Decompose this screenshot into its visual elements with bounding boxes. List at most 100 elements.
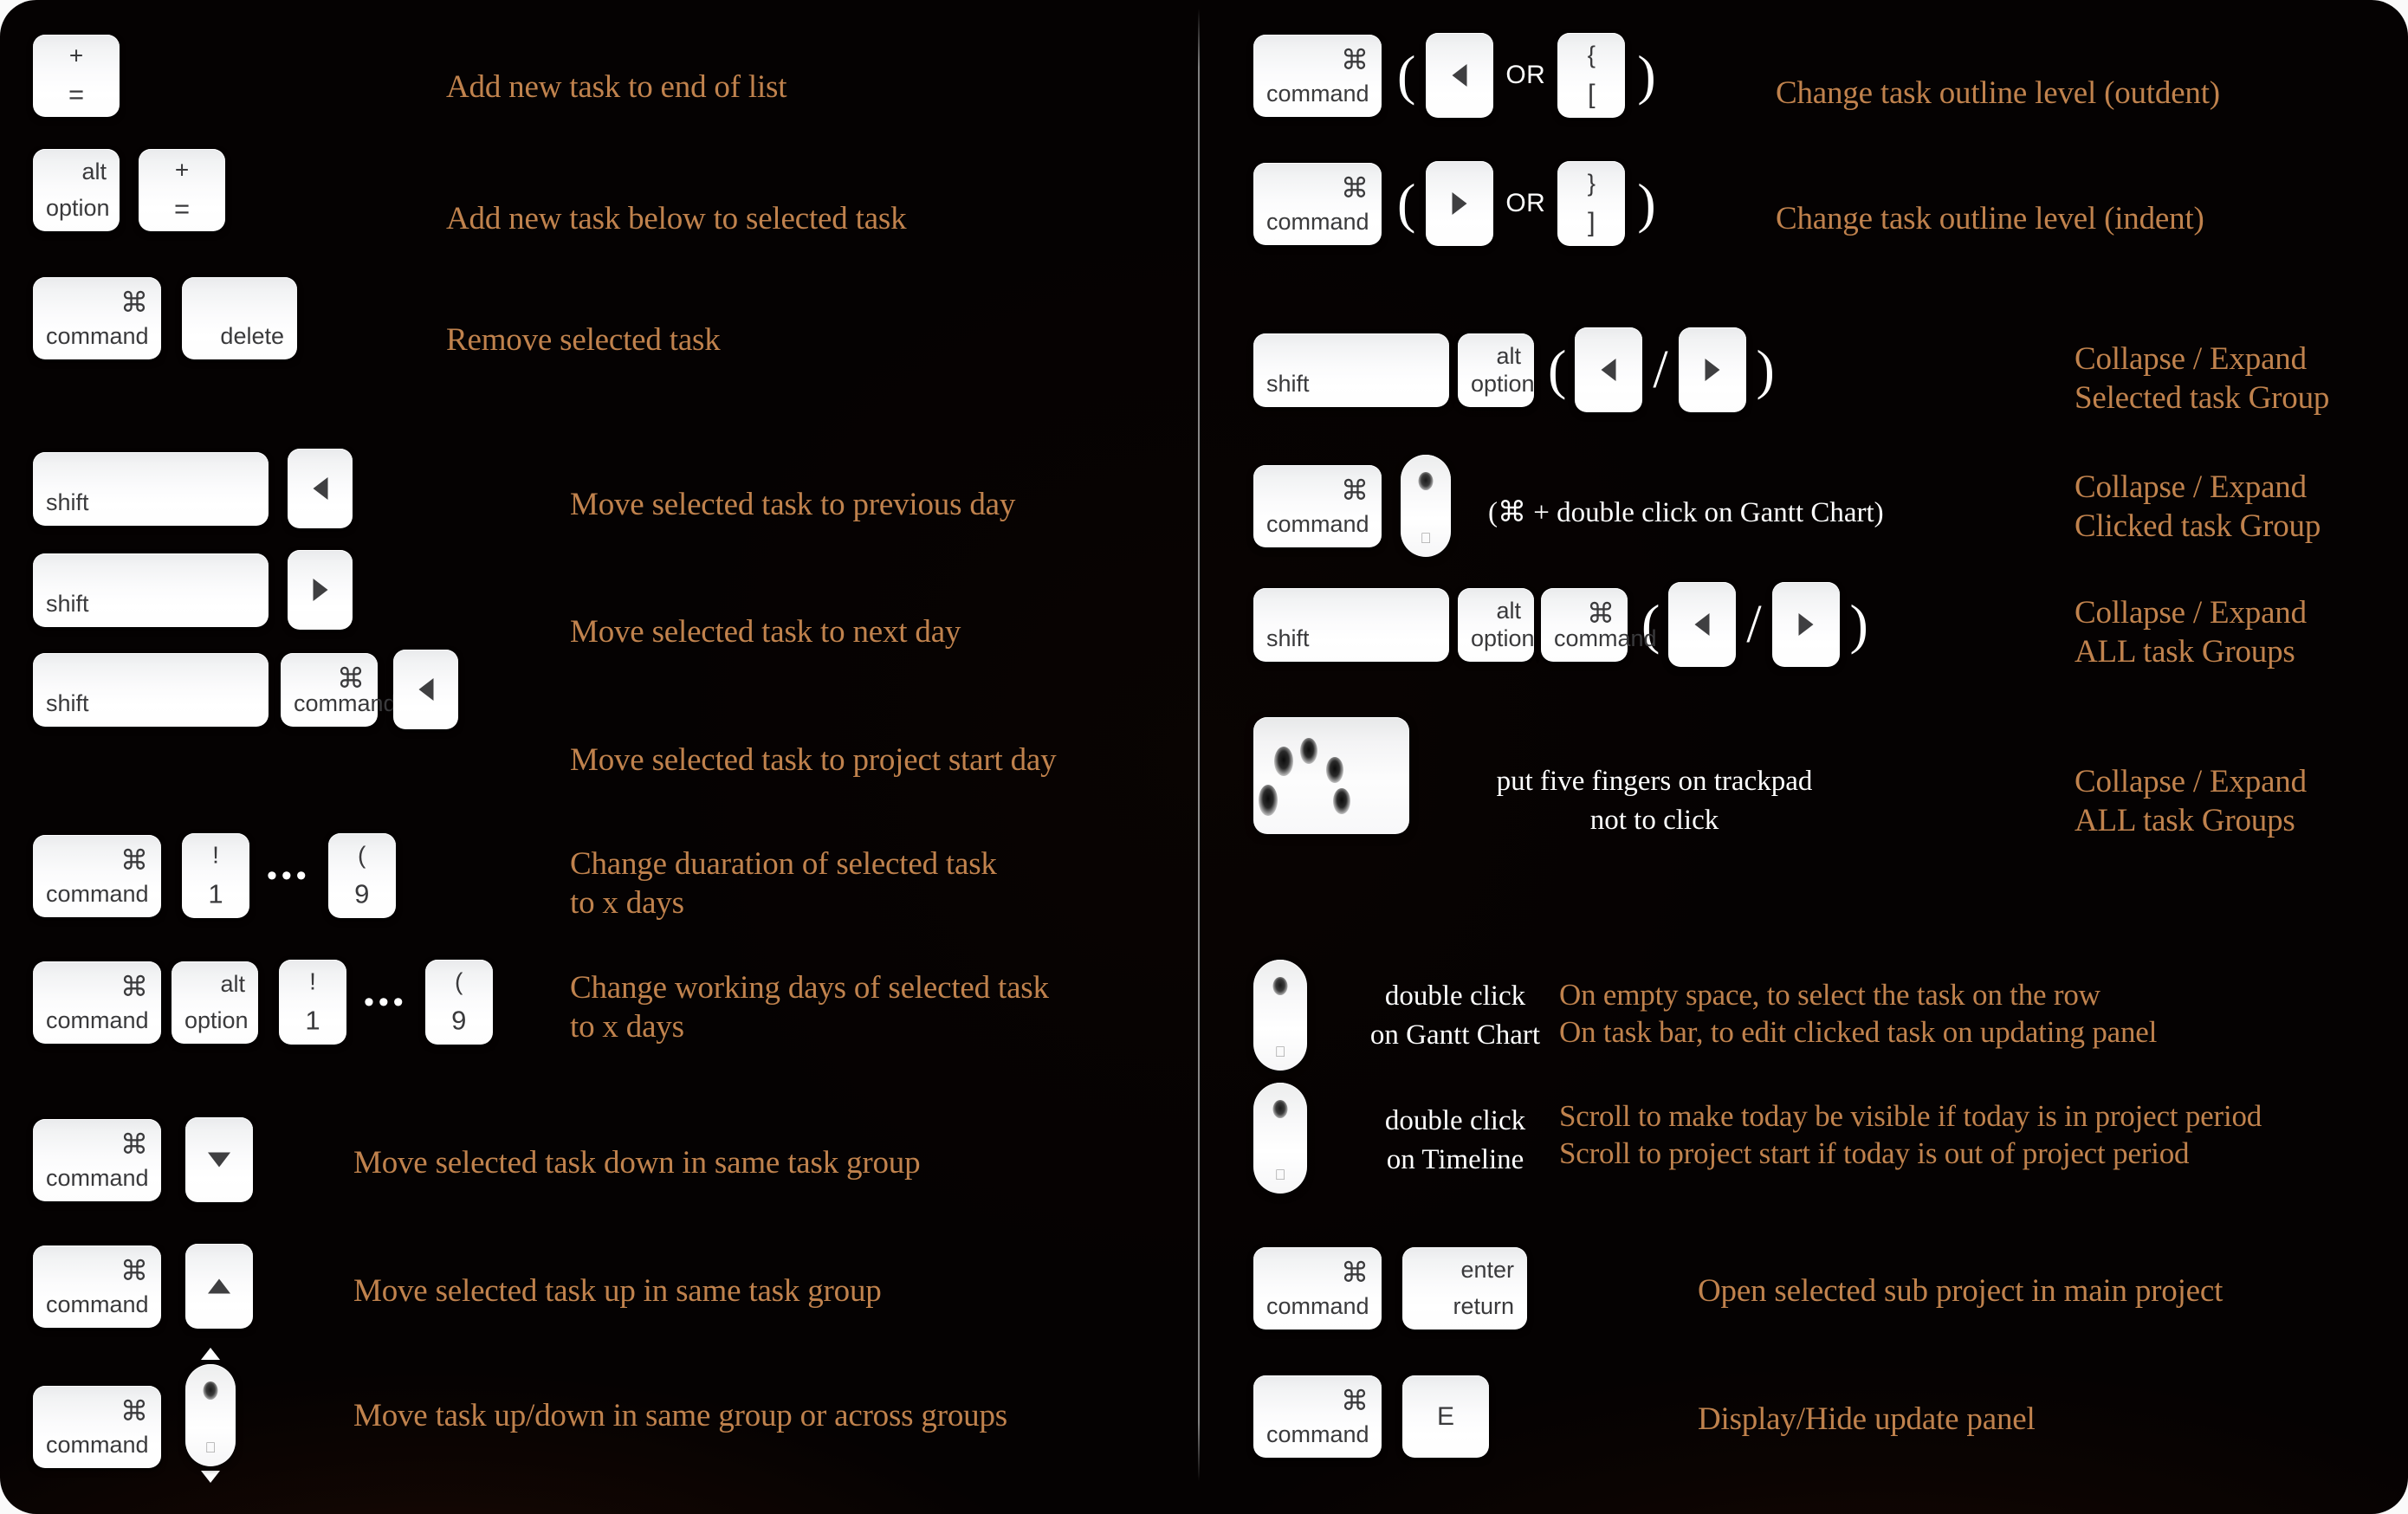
mouse-icon[interactable]:  [1401, 455, 1451, 557]
key-plus-equals[interactable]: + = [139, 149, 225, 231]
slash-separator: / [1746, 595, 1762, 654]
keys-remove-task: ⌘ command delete [33, 277, 297, 359]
key-option[interactable]: alt option [172, 961, 258, 1044]
mouse-scroll-device[interactable]:  [185, 1348, 236, 1483]
key-arrow-left[interactable] [1426, 33, 1494, 118]
key-command[interactable]: ⌘ command [1253, 34, 1382, 117]
key-label-shift: shift [1266, 370, 1310, 397]
finger-mark [1333, 788, 1350, 814]
key-label-command: command [1554, 624, 1657, 651]
key-arrow-right[interactable] [288, 550, 353, 630]
keys-move-next-day: shift [33, 550, 353, 630]
key-arrow-left[interactable] [288, 449, 353, 528]
key-digit-1[interactable]: ! 1 [182, 833, 249, 918]
key-shift[interactable]: shift [33, 451, 269, 526]
key-command[interactable]: ⌘ command [33, 1245, 161, 1328]
key-label-alt: alt [220, 970, 245, 997]
paren-open: ( [1397, 172, 1416, 234]
keys-indent: ⌘ command ( OR }] ) [1253, 161, 1656, 246]
ellipsis-icon: ••• [267, 859, 311, 892]
trackpad-icon[interactable] [1253, 717, 1409, 834]
mouse-icon[interactable]:  [185, 1364, 236, 1466]
mouse-icon[interactable]:  [1253, 960, 1307, 1071]
desc-double-click-timeline: Scroll to make today be visible if today… [1559, 1099, 2262, 1170]
key-arrow-left[interactable] [1575, 327, 1643, 412]
keys-move-task-across: ⌘ command  [33, 1348, 236, 1483]
arrow-right-icon [1452, 192, 1467, 215]
key-label-command: command [1266, 1421, 1369, 1447]
key-label-command: command [46, 1291, 149, 1317]
finger-mark [1274, 747, 1293, 776]
key-label-shift: shift [46, 689, 89, 716]
desc-collapse-selected-group: Collapse / Expand Selected task Group [2075, 341, 2330, 417]
key-arrow-down[interactable] [185, 1117, 253, 1202]
key-shift[interactable]: shift [1253, 333, 1449, 407]
apple-logo-icon:  [1275, 1045, 1286, 1059]
desc-double-click-gantt: On empty space, to select the task on th… [1559, 978, 2158, 1049]
key-letter-e[interactable]: E [1402, 1375, 1489, 1458]
key-label-shift: shift [1266, 624, 1310, 651]
key-label-enter: enter [1460, 1257, 1514, 1283]
key-option[interactable]: alt option [1458, 587, 1535, 662]
key-shift[interactable]: shift [33, 553, 269, 627]
key-label-command: command [294, 689, 397, 716]
key-command[interactable]: ⌘ command [281, 652, 397, 727]
key-label-top: } [1587, 169, 1596, 197]
desc-indent: Change task outline level (indent) [1776, 201, 2204, 236]
key-option[interactable]: alt option [33, 149, 120, 231]
key-delete[interactable]: delete [182, 277, 297, 359]
keys-move-task-down: ⌘ command [33, 1117, 253, 1202]
key-plus-equals[interactable]: + = [33, 35, 120, 117]
key-command[interactable]: ⌘ command [33, 961, 161, 1044]
key-arrow-up[interactable] [185, 1244, 253, 1329]
slash-separator: / [1653, 340, 1668, 399]
key-label-command: command [1266, 1293, 1369, 1319]
key-shift[interactable]: shift [1253, 587, 1449, 662]
key-digit-9[interactable]: (9 [424, 960, 493, 1045]
keys-collapse-all-groups-trackpad [1253, 717, 1409, 834]
keys-open-sub-project: ⌘ command enter return [1253, 1247, 1527, 1330]
arrow-right-icon [1798, 613, 1814, 636]
arrow-up-icon [208, 1278, 230, 1294]
key-command[interactable]: ⌘ command [1253, 464, 1382, 547]
key-digit-1[interactable]: ! 1 [279, 960, 346, 1045]
key-command[interactable]: ⌘ command [33, 277, 161, 359]
key-command[interactable]: ⌘ command [1253, 1375, 1382, 1458]
desc-open-sub-project: Open selected sub project in main projec… [1698, 1273, 2224, 1309]
paren-close: ) [1637, 172, 1656, 234]
key-command[interactable]: ⌘ command [33, 1385, 161, 1468]
key-label-shift: shift [46, 488, 89, 515]
key-label-bottom: = [173, 193, 191, 224]
key-label-bottom: 1 [208, 878, 223, 909]
key-arrow-left[interactable] [393, 650, 458, 729]
key-command[interactable]: ⌘ command [1253, 162, 1382, 245]
command-icon: ⌘ [120, 1254, 148, 1286]
desc-collapse-clicked-group: Collapse / Expand Clicked task Group [2075, 469, 2321, 545]
key-arrow-right[interactable] [1678, 327, 1746, 412]
keys-move-task-up: ⌘ command [33, 1244, 253, 1329]
scroll-wheel-icon [1418, 472, 1434, 490]
key-arrow-right[interactable] [1771, 582, 1840, 667]
key-label-alt: alt [1496, 342, 1521, 369]
key-option[interactable]: alt option [1458, 333, 1535, 407]
keys-change-duration: ⌘ command ! 1 ••• (9 [33, 833, 396, 918]
keys-add-task-end: + = [33, 35, 120, 117]
key-bracket-open[interactable]: {[ [1557, 33, 1626, 118]
key-command[interactable]: ⌘ command [1253, 1247, 1382, 1330]
key-digit-9[interactable]: (9 [327, 833, 396, 918]
key-arrow-right[interactable] [1426, 161, 1494, 246]
key-shift[interactable]: shift [33, 652, 269, 727]
key-command[interactable]: ⌘ command [1541, 587, 1657, 662]
paren-close: ) [1756, 339, 1775, 400]
key-label-bottom: 9 [354, 878, 370, 909]
key-label-return: return [1453, 1293, 1514, 1319]
command-icon: ⌘ [120, 970, 148, 1002]
key-bracket-close[interactable]: }] [1557, 161, 1626, 246]
mouse-icon[interactable]:  [1253, 1083, 1307, 1194]
key-command[interactable]: ⌘ command [33, 834, 161, 917]
key-arrow-left[interactable] [1668, 582, 1737, 667]
keys-move-project-start: shift ⌘ command [33, 650, 458, 729]
desc-move-task-up: Move selected task up in same task group [353, 1273, 882, 1309]
key-return[interactable]: enter return [1402, 1247, 1527, 1330]
key-command[interactable]: ⌘ command [33, 1118, 161, 1201]
